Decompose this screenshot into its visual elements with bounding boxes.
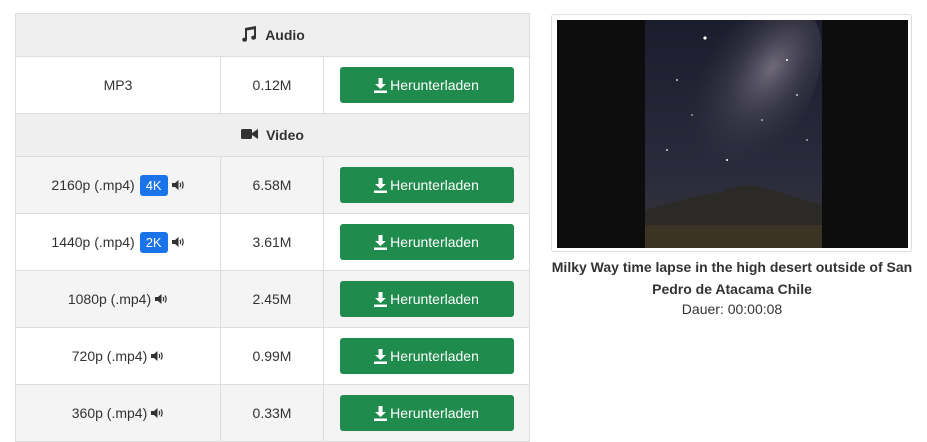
audio-section-title: Audio xyxy=(265,27,305,43)
table-row: 720p (.mp4) 0.99M Herunterladen xyxy=(15,327,531,385)
audio-section-header: Audio xyxy=(14,13,531,57)
speaker-icon xyxy=(155,294,168,304)
download-icon xyxy=(374,77,388,93)
format-label: 2160p (.mp4) xyxy=(51,177,135,193)
speaker-icon xyxy=(171,237,185,247)
download-button[interactable]: Herunterladen xyxy=(339,167,514,203)
download-table: Audio MP3 0.12M Herunterladen Video 2160… xyxy=(14,13,531,442)
quality-badge: 2K xyxy=(139,231,168,253)
video-title: Milky Way time lapse in the high desert … xyxy=(551,259,913,297)
download-button-label: Herunterladen xyxy=(390,348,479,364)
download-button-label: Herunterladen xyxy=(390,405,479,421)
speaker-icon xyxy=(171,180,185,190)
download-button-label: Herunterladen xyxy=(390,177,479,193)
table-row: 2160p (.mp4) 4K 6.58M Herunterladen xyxy=(15,156,531,214)
download-button-label: Herunterladen xyxy=(390,77,479,93)
file-size: 0.33M xyxy=(252,405,292,421)
table-row: 1440p (.mp4) 2K 3.61M Herunterladen xyxy=(15,213,531,271)
table-row: MP3 0.12M Herunterladen xyxy=(15,56,531,114)
download-button[interactable]: Herunterladen xyxy=(339,224,514,260)
download-button-label: Herunterladen xyxy=(390,291,479,307)
video-duration: Dauer: 00:00:08 xyxy=(681,301,783,317)
quality-badge: 4K xyxy=(139,174,168,196)
speaker-icon xyxy=(151,408,164,418)
download-button[interactable]: Herunterladen xyxy=(339,338,514,374)
format-label: 720p (.mp4) xyxy=(71,348,148,364)
video-thumbnail[interactable] xyxy=(557,20,908,248)
download-icon xyxy=(374,405,388,421)
speaker-icon xyxy=(151,351,164,361)
download-button[interactable]: Herunterladen xyxy=(339,67,514,103)
file-size: 0.99M xyxy=(252,348,292,364)
video-section-header: Video xyxy=(14,113,531,157)
video-camera-icon xyxy=(241,127,259,143)
download-icon xyxy=(374,177,388,193)
file-size: 2.45M xyxy=(252,291,292,307)
file-size: 0.12M xyxy=(252,77,292,93)
download-icon xyxy=(374,348,388,364)
download-icon xyxy=(374,291,388,307)
download-button[interactable]: Herunterladen xyxy=(339,281,514,317)
format-label: 360p (.mp4) xyxy=(71,405,148,421)
format-label: 1080p (.mp4) xyxy=(67,291,152,307)
format-label: MP3 xyxy=(103,77,133,93)
table-row: 1080p (.mp4) 2.45M Herunterladen xyxy=(15,270,531,328)
download-button[interactable]: Herunterladen xyxy=(339,395,514,431)
video-section-title: Video xyxy=(266,127,304,143)
download-icon xyxy=(374,234,388,250)
download-button-label: Herunterladen xyxy=(390,234,479,250)
music-note-icon xyxy=(240,25,257,45)
file-size: 6.58M xyxy=(252,177,292,193)
format-label: 1440p (.mp4) xyxy=(51,234,135,250)
video-preview-card xyxy=(551,14,912,252)
file-size: 3.61M xyxy=(252,234,292,250)
